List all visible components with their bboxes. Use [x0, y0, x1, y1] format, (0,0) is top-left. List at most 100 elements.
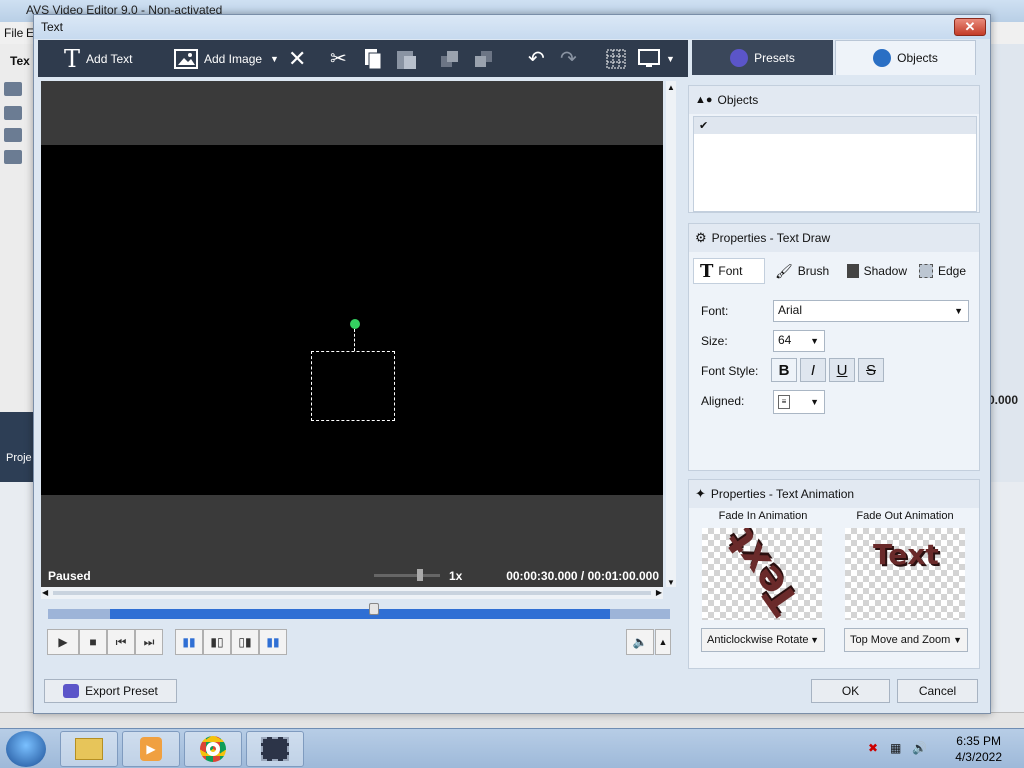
scroll-right-icon[interactable]: ▶	[656, 588, 662, 597]
system-clock[interactable]: 6:35 PM 4/3/2022	[955, 733, 1002, 765]
paste-button[interactable]	[396, 40, 418, 77]
delete-button[interactable]: ✕	[288, 40, 306, 77]
go-to-end-button[interactable]: ▮▮	[259, 629, 287, 655]
bring-forward-button[interactable]	[440, 40, 460, 77]
background-horizontal-scrollbar[interactable]	[0, 712, 1024, 728]
tab-font[interactable]: T Font	[693, 258, 765, 284]
add-text-button[interactable]: T Add Text	[64, 40, 133, 77]
strikethrough-icon: S	[865, 361, 876, 379]
cancel-button[interactable]: Cancel	[897, 679, 978, 703]
font-label: Font:	[701, 304, 729, 318]
underline-button[interactable]: U	[829, 358, 855, 382]
clock-time: 6:35 PM	[956, 734, 1001, 748]
scroll-up-icon[interactable]: ▲	[667, 83, 675, 92]
alignment-select[interactable]: ≡ ▼	[773, 390, 825, 414]
network-icon[interactable]: ▦	[890, 741, 904, 755]
cut-button[interactable]: ✂	[330, 40, 347, 77]
rotation-handle-line	[354, 329, 355, 351]
bold-button[interactable]: B	[771, 358, 797, 382]
display-button[interactable]	[638, 40, 660, 77]
text-draw-properties-panel: ⚙ Properties - Text Draw T Font 🖌 Brush …	[688, 223, 980, 471]
taskbar-chrome[interactable]	[184, 731, 242, 767]
folder-icon[interactable]	[4, 128, 22, 142]
taskbar-media-player[interactable]: ▶	[122, 731, 180, 767]
speed-slider[interactable]	[374, 574, 440, 577]
redo-button[interactable]: ↷	[560, 40, 577, 77]
preview-vertical-scrollbar[interactable]: ▲ ▼	[666, 81, 676, 587]
preview-area[interactable]: Paused 1x 00:00:30.000 / 00:01:00.000	[41, 81, 663, 587]
scroll-down-icon[interactable]: ▼	[667, 578, 675, 587]
next-frame-button[interactable]: ⏭	[135, 629, 163, 655]
scroll-left-icon[interactable]: ◀	[42, 588, 48, 597]
grid-button[interactable]	[606, 40, 626, 77]
chevron-down-icon: ▼	[810, 635, 819, 645]
font-style-label: Font Style:	[701, 364, 759, 378]
tab-objects[interactable]: Objects	[835, 40, 976, 75]
preview-horizontal-scrollbar[interactable]: ◀ ▶	[41, 587, 663, 599]
properties-panel-title: Properties - Text Draw	[711, 231, 831, 245]
redo-icon: ↷	[560, 48, 577, 70]
size-select[interactable]: 64 ▼	[773, 330, 825, 352]
tab-shadow[interactable]: Shadow	[841, 258, 913, 284]
folder-icon[interactable]	[4, 150, 22, 164]
mark-in-button[interactable]: ▮▯	[203, 629, 231, 655]
ok-button[interactable]: OK	[811, 679, 890, 703]
italic-button[interactable]: I	[800, 358, 826, 382]
bring-forward-icon	[441, 50, 458, 67]
add-image-dropdown[interactable]: ▼	[270, 40, 279, 77]
network-warning-icon[interactable]: ✖	[868, 741, 882, 755]
font-select[interactable]: Arial ▼	[773, 300, 969, 322]
send-backward-button[interactable]	[474, 40, 494, 77]
strikethrough-button[interactable]: S	[858, 358, 884, 382]
volume-icon[interactable]: 🔊	[912, 741, 927, 755]
play-button[interactable]: ▶	[47, 629, 79, 655]
fade-out-animation-select[interactable]: Top Move and Zoom ▼	[844, 628, 968, 652]
rotation-handle[interactable]	[350, 319, 360, 329]
fade-in-label: Fade In Animation	[718, 510, 808, 522]
objects-icon	[873, 49, 892, 67]
timeline-slider[interactable]	[48, 603, 670, 619]
shadow-icon	[847, 264, 859, 278]
folder-icon[interactable]	[4, 82, 22, 96]
text-object-selection-box[interactable]	[311, 351, 395, 421]
font-style-buttons: B I U S	[771, 358, 891, 384]
start-button[interactable]	[6, 731, 46, 767]
scrollbar-track[interactable]	[53, 591, 651, 595]
speaker-icon: 🔈	[632, 635, 648, 649]
timeline-selection[interactable]	[110, 609, 610, 619]
underline-icon: U	[836, 361, 848, 379]
taskbar-explorer[interactable]	[60, 731, 118, 767]
stop-button[interactable]: ■	[79, 629, 107, 655]
previous-frame-button[interactable]: ⏮	[107, 629, 135, 655]
export-preset-button[interactable]: Export Preset	[44, 679, 177, 703]
display-dropdown[interactable]: ▼	[666, 40, 675, 77]
video-canvas[interactable]	[41, 145, 663, 495]
undo-button[interactable]: ↶	[528, 40, 545, 77]
go-to-end-icon: ▮▮	[266, 635, 280, 649]
volume-dropdown[interactable]: ▲	[655, 629, 671, 655]
folder-icon[interactable]	[4, 106, 22, 120]
close-button[interactable]: ✕	[954, 18, 986, 36]
tab-presets[interactable]: Presets	[692, 40, 833, 75]
timeline-thumb[interactable]	[369, 603, 379, 615]
add-image-button[interactable]: Add Image	[174, 40, 262, 77]
tab-edge[interactable]: Edge	[913, 258, 973, 284]
play-icon: ▶	[58, 635, 68, 649]
tab-brush[interactable]: 🖌 Brush	[769, 258, 841, 284]
fade-in-animation-select[interactable]: Anticlockwise Rotate ▼	[701, 628, 825, 652]
mark-out-button[interactable]: ▯▮	[231, 629, 259, 655]
volume-button[interactable]: 🔈	[626, 629, 654, 655]
taskbar-avs-video-editor[interactable]	[246, 731, 304, 767]
checkbox-checked-icon[interactable]: ✔	[699, 119, 708, 132]
objects-panel: ▲● Objects ✔	[688, 85, 980, 213]
menu-file[interactable]: File	[4, 26, 23, 40]
paste-icon	[397, 50, 416, 69]
delete-icon: ✕	[288, 45, 307, 71]
go-to-start-button[interactable]: ▮▮	[175, 629, 203, 655]
copy-button[interactable]	[364, 40, 382, 77]
fade-out-preview[interactable]: Text	[845, 528, 965, 620]
fade-in-preview[interactable]: Text	[702, 528, 822, 620]
list-item[interactable]: ✔	[694, 117, 976, 134]
go-to-start-icon: ▮▮	[182, 635, 196, 649]
speed-slider-thumb[interactable]	[417, 569, 423, 581]
